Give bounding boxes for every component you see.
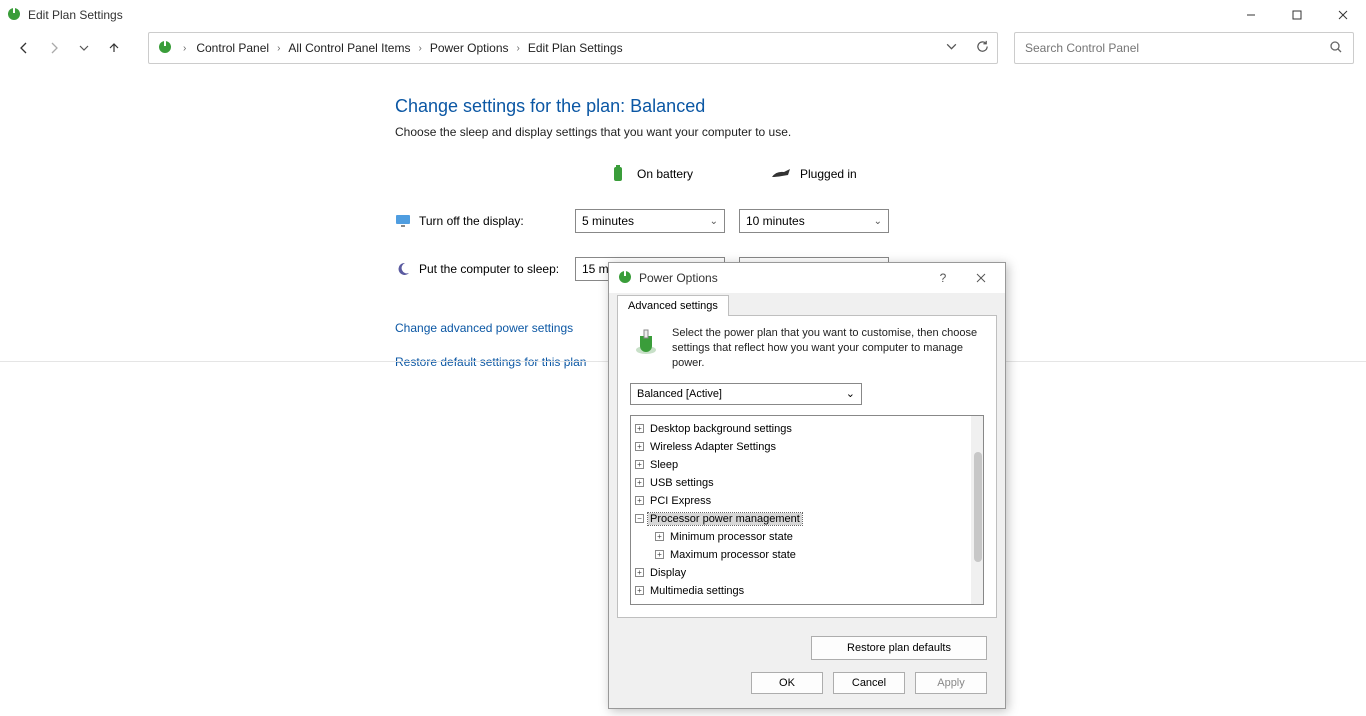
breadcrumb-item[interactable]: All Control Panel Items bbox=[288, 41, 410, 55]
expand-icon[interactable]: + bbox=[635, 586, 644, 595]
tree-item-label: Multimedia settings bbox=[648, 585, 746, 597]
tree-item[interactable]: + Display bbox=[635, 564, 967, 582]
tree-item[interactable]: + Multimedia settings bbox=[635, 582, 967, 600]
breadcrumb: Control Panel › All Control Panel Items … bbox=[196, 41, 935, 55]
nav-row: › Control Panel › All Control Panel Item… bbox=[0, 30, 1366, 66]
search-box[interactable] bbox=[1014, 32, 1354, 64]
search-input[interactable] bbox=[1025, 41, 1329, 55]
expand-icon[interactable]: + bbox=[655, 532, 664, 541]
tree-item[interactable]: + Minimum processor state bbox=[635, 528, 967, 546]
chevron-down-icon: ⌄ bbox=[874, 216, 882, 227]
plug-icon bbox=[770, 163, 792, 185]
chevron-down-icon: ⌄ bbox=[846, 387, 855, 400]
row-label-sleep: Put the computer to sleep: bbox=[419, 262, 559, 276]
search-icon bbox=[1329, 40, 1343, 57]
tree-item[interactable]: + Maximum processor state bbox=[635, 546, 967, 564]
window-titlebar: Edit Plan Settings bbox=[0, 0, 1366, 30]
scrollbar-thumb[interactable] bbox=[974, 452, 982, 562]
expand-icon[interactable]: + bbox=[635, 496, 644, 505]
page-subheading: Choose the sleep and display settings th… bbox=[395, 125, 1366, 139]
chevron-right-icon: › bbox=[418, 43, 421, 54]
restore-plan-defaults-button[interactable]: Restore plan defaults bbox=[811, 636, 987, 660]
window-close-button[interactable] bbox=[1320, 0, 1366, 30]
battery-icon bbox=[607, 163, 629, 185]
tab-advanced-settings[interactable]: Advanced settings bbox=[617, 295, 729, 316]
tree-item-label: Display bbox=[648, 567, 688, 579]
breadcrumb-item[interactable]: Power Options bbox=[430, 41, 509, 55]
row-label-display: Turn off the display: bbox=[419, 214, 524, 228]
chevron-right-icon: › bbox=[277, 43, 280, 54]
nav-back-button[interactable] bbox=[12, 36, 36, 60]
apply-button[interactable]: Apply bbox=[915, 672, 987, 694]
dialog-title: Power Options bbox=[639, 271, 718, 285]
expand-icon[interactable]: + bbox=[655, 550, 664, 559]
tree-item[interactable]: +Battery bbox=[635, 600, 967, 604]
window-title: Edit Plan Settings bbox=[28, 8, 123, 22]
power-plan-icon bbox=[617, 269, 633, 288]
dialog-intro-text: Select the power plan that you want to c… bbox=[672, 326, 984, 371]
expand-icon[interactable]: + bbox=[635, 442, 644, 451]
tree-item-label: Battery bbox=[648, 603, 687, 604]
tree-item[interactable]: + PCI Express bbox=[635, 492, 967, 510]
nav-recent-button[interactable] bbox=[72, 36, 96, 60]
page-heading: Change settings for the plan: Balanced bbox=[395, 96, 1366, 117]
tree-item-label: Desktop background settings bbox=[648, 423, 794, 435]
power-plan-icon bbox=[6, 6, 22, 25]
plan-select-dropdown[interactable]: Balanced [Active] ⌄ bbox=[630, 383, 862, 405]
ok-button[interactable]: OK bbox=[751, 672, 823, 694]
expand-icon[interactable]: + bbox=[635, 424, 644, 433]
window-minimize-button[interactable] bbox=[1228, 0, 1274, 30]
tree-item[interactable]: + Sleep bbox=[635, 456, 967, 474]
display-plugged-dropdown[interactable]: 10 minutes⌄ bbox=[739, 209, 889, 233]
tree-item-label: Wireless Adapter Settings bbox=[648, 441, 778, 453]
nav-forward-button[interactable] bbox=[42, 36, 66, 60]
dialog-help-button[interactable]: ? bbox=[927, 266, 959, 290]
power-plan-icon bbox=[630, 326, 662, 371]
power-options-dialog: Power Options ? Advanced settings Select… bbox=[608, 262, 1006, 709]
cancel-button[interactable]: Cancel bbox=[833, 672, 905, 694]
tree-item[interactable]: −Processor power management bbox=[635, 510, 967, 528]
expand-icon[interactable]: + bbox=[635, 568, 644, 577]
expand-icon[interactable]: + bbox=[635, 478, 644, 487]
scrollbar[interactable] bbox=[971, 416, 983, 604]
tree-item-label: Minimum processor state bbox=[668, 531, 795, 543]
column-header-plugged: Plugged in bbox=[800, 167, 857, 181]
display-battery-dropdown[interactable]: 5 minutes⌄ bbox=[575, 209, 725, 233]
tree-item-label: Sleep bbox=[648, 459, 680, 471]
settings-tree: + Desktop background settings + Wireless Ad… bbox=[630, 415, 984, 605]
display-icon bbox=[395, 213, 411, 229]
tree-item-label: Processor power management bbox=[648, 513, 802, 525]
dialog-titlebar: Power Options ? bbox=[609, 263, 1005, 293]
chevron-down-icon: ⌄ bbox=[710, 216, 718, 227]
expand-icon[interactable]: + bbox=[635, 460, 644, 469]
window-maximize-button[interactable] bbox=[1274, 0, 1320, 30]
chevron-right-icon: › bbox=[517, 43, 520, 54]
power-plan-icon bbox=[157, 39, 173, 58]
tree-item-label: USB settings bbox=[648, 477, 716, 489]
chevron-right-icon: › bbox=[183, 43, 186, 54]
tree-item[interactable]: + USB settings bbox=[635, 474, 967, 492]
nav-up-button[interactable] bbox=[102, 36, 126, 60]
refresh-icon[interactable] bbox=[976, 40, 989, 56]
chevron-down-icon[interactable] bbox=[945, 40, 958, 56]
tree-item-label: PCI Express bbox=[648, 495, 713, 507]
dialog-close-button[interactable] bbox=[965, 266, 997, 290]
breadcrumb-item[interactable]: Edit Plan Settings bbox=[528, 41, 623, 55]
address-bar[interactable]: › Control Panel › All Control Panel Item… bbox=[148, 32, 998, 64]
tree-item[interactable]: + Desktop background settings bbox=[635, 420, 967, 438]
breadcrumb-item[interactable]: Control Panel bbox=[196, 41, 269, 55]
tree-item-label: Maximum processor state bbox=[668, 549, 798, 561]
tree-item[interactable]: + Wireless Adapter Settings bbox=[635, 438, 967, 456]
column-header-battery: On battery bbox=[637, 167, 693, 181]
dialog-tab-body: Select the power plan that you want to c… bbox=[617, 315, 997, 618]
collapse-icon[interactable]: − bbox=[635, 514, 644, 523]
sleep-icon bbox=[395, 261, 411, 277]
